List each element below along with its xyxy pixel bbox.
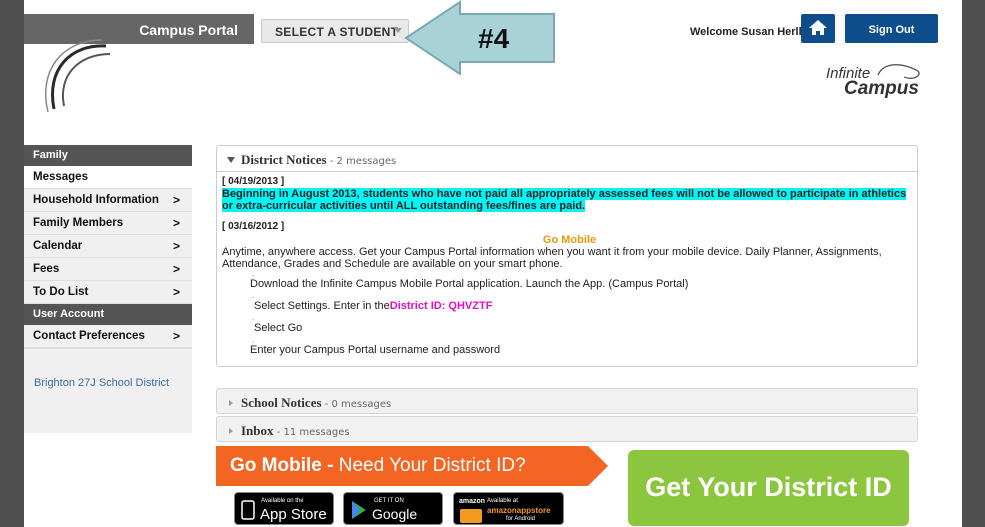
bullet-dot: .	[252, 335, 255, 344]
amazon-apps-icon	[460, 509, 482, 523]
district-notices-header[interactable]: District Notices - 2 messages	[217, 146, 917, 172]
welcome-text: Welcome Susan Herll	[690, 26, 802, 38]
go-mobile-heading: Go Mobile	[542, 234, 597, 246]
banner-go-mobile: Go Mobile -	[230, 455, 334, 476]
inbox-panel[interactable]: Inbox - 11 messages	[216, 416, 918, 442]
triangle-right-icon	[229, 428, 233, 434]
sidebar-item-household-information[interactable]: Household Information >	[24, 189, 192, 212]
step-go: Select Go	[254, 322, 303, 334]
step-login: Enter your Campus Portal username and pa…	[250, 344, 501, 356]
sidebar-item-label: Messages	[33, 171, 88, 183]
chevron-right-icon: >	[172, 193, 180, 207]
chevron-right-icon: >	[172, 239, 180, 253]
notice-fees-text: Beginning in August 2013, students who h…	[222, 188, 907, 212]
amazon-small: Available at	[487, 498, 518, 504]
district-notices-count: - 2 messages	[326, 156, 397, 167]
portal-page: Campus Portal SELECT A STUDENT #4 Welcom…	[24, 0, 962, 527]
chevron-right-icon: >	[172, 216, 180, 230]
amazon-logo-text: amazon	[459, 498, 486, 505]
sidebar-item-family-members[interactable]: Family Members >	[24, 212, 192, 235]
bullet-dot: .	[252, 313, 255, 322]
sidebar-item-label: Family Members	[33, 217, 124, 229]
amazon-appstore-label: amazonappstore	[487, 506, 551, 515]
app-store-badge[interactable]: Available on the App Store	[234, 492, 334, 525]
go-mobile-banner[interactable]: Go Mobile - Need Your District ID?	[216, 446, 608, 486]
sidebar-item-label: Household Information	[33, 194, 159, 206]
app-store-small: Available on the	[261, 498, 304, 504]
google-play-label: Google play	[372, 506, 418, 527]
sidebar-item-to-do-list[interactable]: To Do List >	[24, 281, 192, 304]
home-icon	[809, 20, 827, 35]
district-id-text: District ID: QHVZTF	[389, 300, 493, 312]
annotation-label: #4	[478, 23, 510, 54]
sign-out-button[interactable]: Sign Out	[845, 14, 938, 43]
inbox-title: Inbox	[241, 423, 274, 438]
sidebar-item-messages[interactable]: Messages	[24, 166, 192, 189]
sidebar: Family Messages Household Information > …	[24, 145, 192, 433]
chevron-right-icon: >	[172, 285, 180, 299]
app-store-label: App Store	[260, 506, 327, 523]
triangle-down-icon	[227, 157, 235, 163]
bullet-dot: .	[252, 291, 255, 300]
chevron-right-icon: >	[172, 329, 180, 343]
sidebar-item-calendar[interactable]: Calendar >	[24, 235, 192, 258]
district-notices-title: District Notices	[241, 152, 327, 167]
step-settings-text: Select Settings. Enter in the	[254, 300, 390, 312]
district-notices-panel: District Notices - 2 messages [ 04/19/20…	[216, 145, 918, 367]
sidebar-item-label: Contact Preferences	[33, 330, 145, 342]
school-notices-count: - 0 messages	[321, 399, 392, 410]
logo-campus: Campus	[844, 78, 919, 99]
phone-icon	[241, 500, 255, 520]
google-play-badge[interactable]: GET IT ON Google play	[343, 492, 443, 527]
sidebar-header-user-account: User Account	[24, 304, 192, 325]
banner-text: Go Mobile - Need Your District ID?	[230, 455, 526, 477]
select-student-label: SELECT A STUDENT	[275, 25, 399, 39]
go-mobile-intro: Anytime, anywhere access. Get your Campu…	[222, 246, 882, 270]
triangle-right-icon	[229, 400, 233, 406]
select-student-dropdown[interactable]: SELECT A STUDENT	[261, 19, 409, 43]
sidebar-header-family: Family	[24, 145, 192, 166]
google-small: GET IT ON	[374, 498, 404, 504]
step-settings: Select Settings. Enter in theDistrict ID…	[254, 300, 917, 312]
right-gutter	[962, 0, 985, 527]
district-name-box: Brighton 27J School District	[24, 348, 192, 433]
sidebar-item-contact-preferences[interactable]: Contact Preferences >	[24, 325, 192, 348]
inbox-count: - 11 messages	[273, 427, 350, 438]
chevron-right-icon: >	[172, 262, 180, 276]
notice-date: [ 03/16/2012 ]	[222, 221, 285, 232]
home-button[interactable]	[801, 14, 835, 43]
get-district-id-button[interactable]: Get Your District ID	[628, 450, 909, 526]
play-icon	[352, 501, 366, 519]
amazon-appstore-badge[interactable]: amazon Available at amazonappstore for A…	[453, 492, 564, 525]
school-notices-panel[interactable]: School Notices - 0 messages	[216, 388, 918, 414]
amazon-for-android: for Android	[506, 516, 536, 522]
infinite-campus-logo: Infinite Campus	[824, 57, 924, 101]
school-notices-title: School Notices	[241, 395, 322, 410]
banner-need-id: Need Your District ID?	[333, 455, 526, 476]
sidebar-item-fees[interactable]: Fees >	[24, 258, 192, 281]
campus-logo-arc-icon	[44, 39, 111, 113]
annotation-arrow-icon: #4	[404, 0, 555, 75]
sidebar-item-label: Calendar	[33, 240, 83, 252]
district-name[interactable]: Brighton 27J School District	[34, 377, 169, 389]
step-download: Download the Infinite Campus Mobile Port…	[250, 278, 689, 290]
notice-date: [ 04/19/2013 ]	[222, 176, 285, 187]
left-gutter	[0, 0, 24, 527]
bullet-dot: .	[252, 269, 255, 278]
district-notices-body: [ 04/19/2013 ] Beginning in August 2013,…	[217, 172, 917, 366]
sidebar-item-label: To Do List	[33, 286, 89, 298]
sidebar-item-label: Fees	[33, 263, 60, 275]
